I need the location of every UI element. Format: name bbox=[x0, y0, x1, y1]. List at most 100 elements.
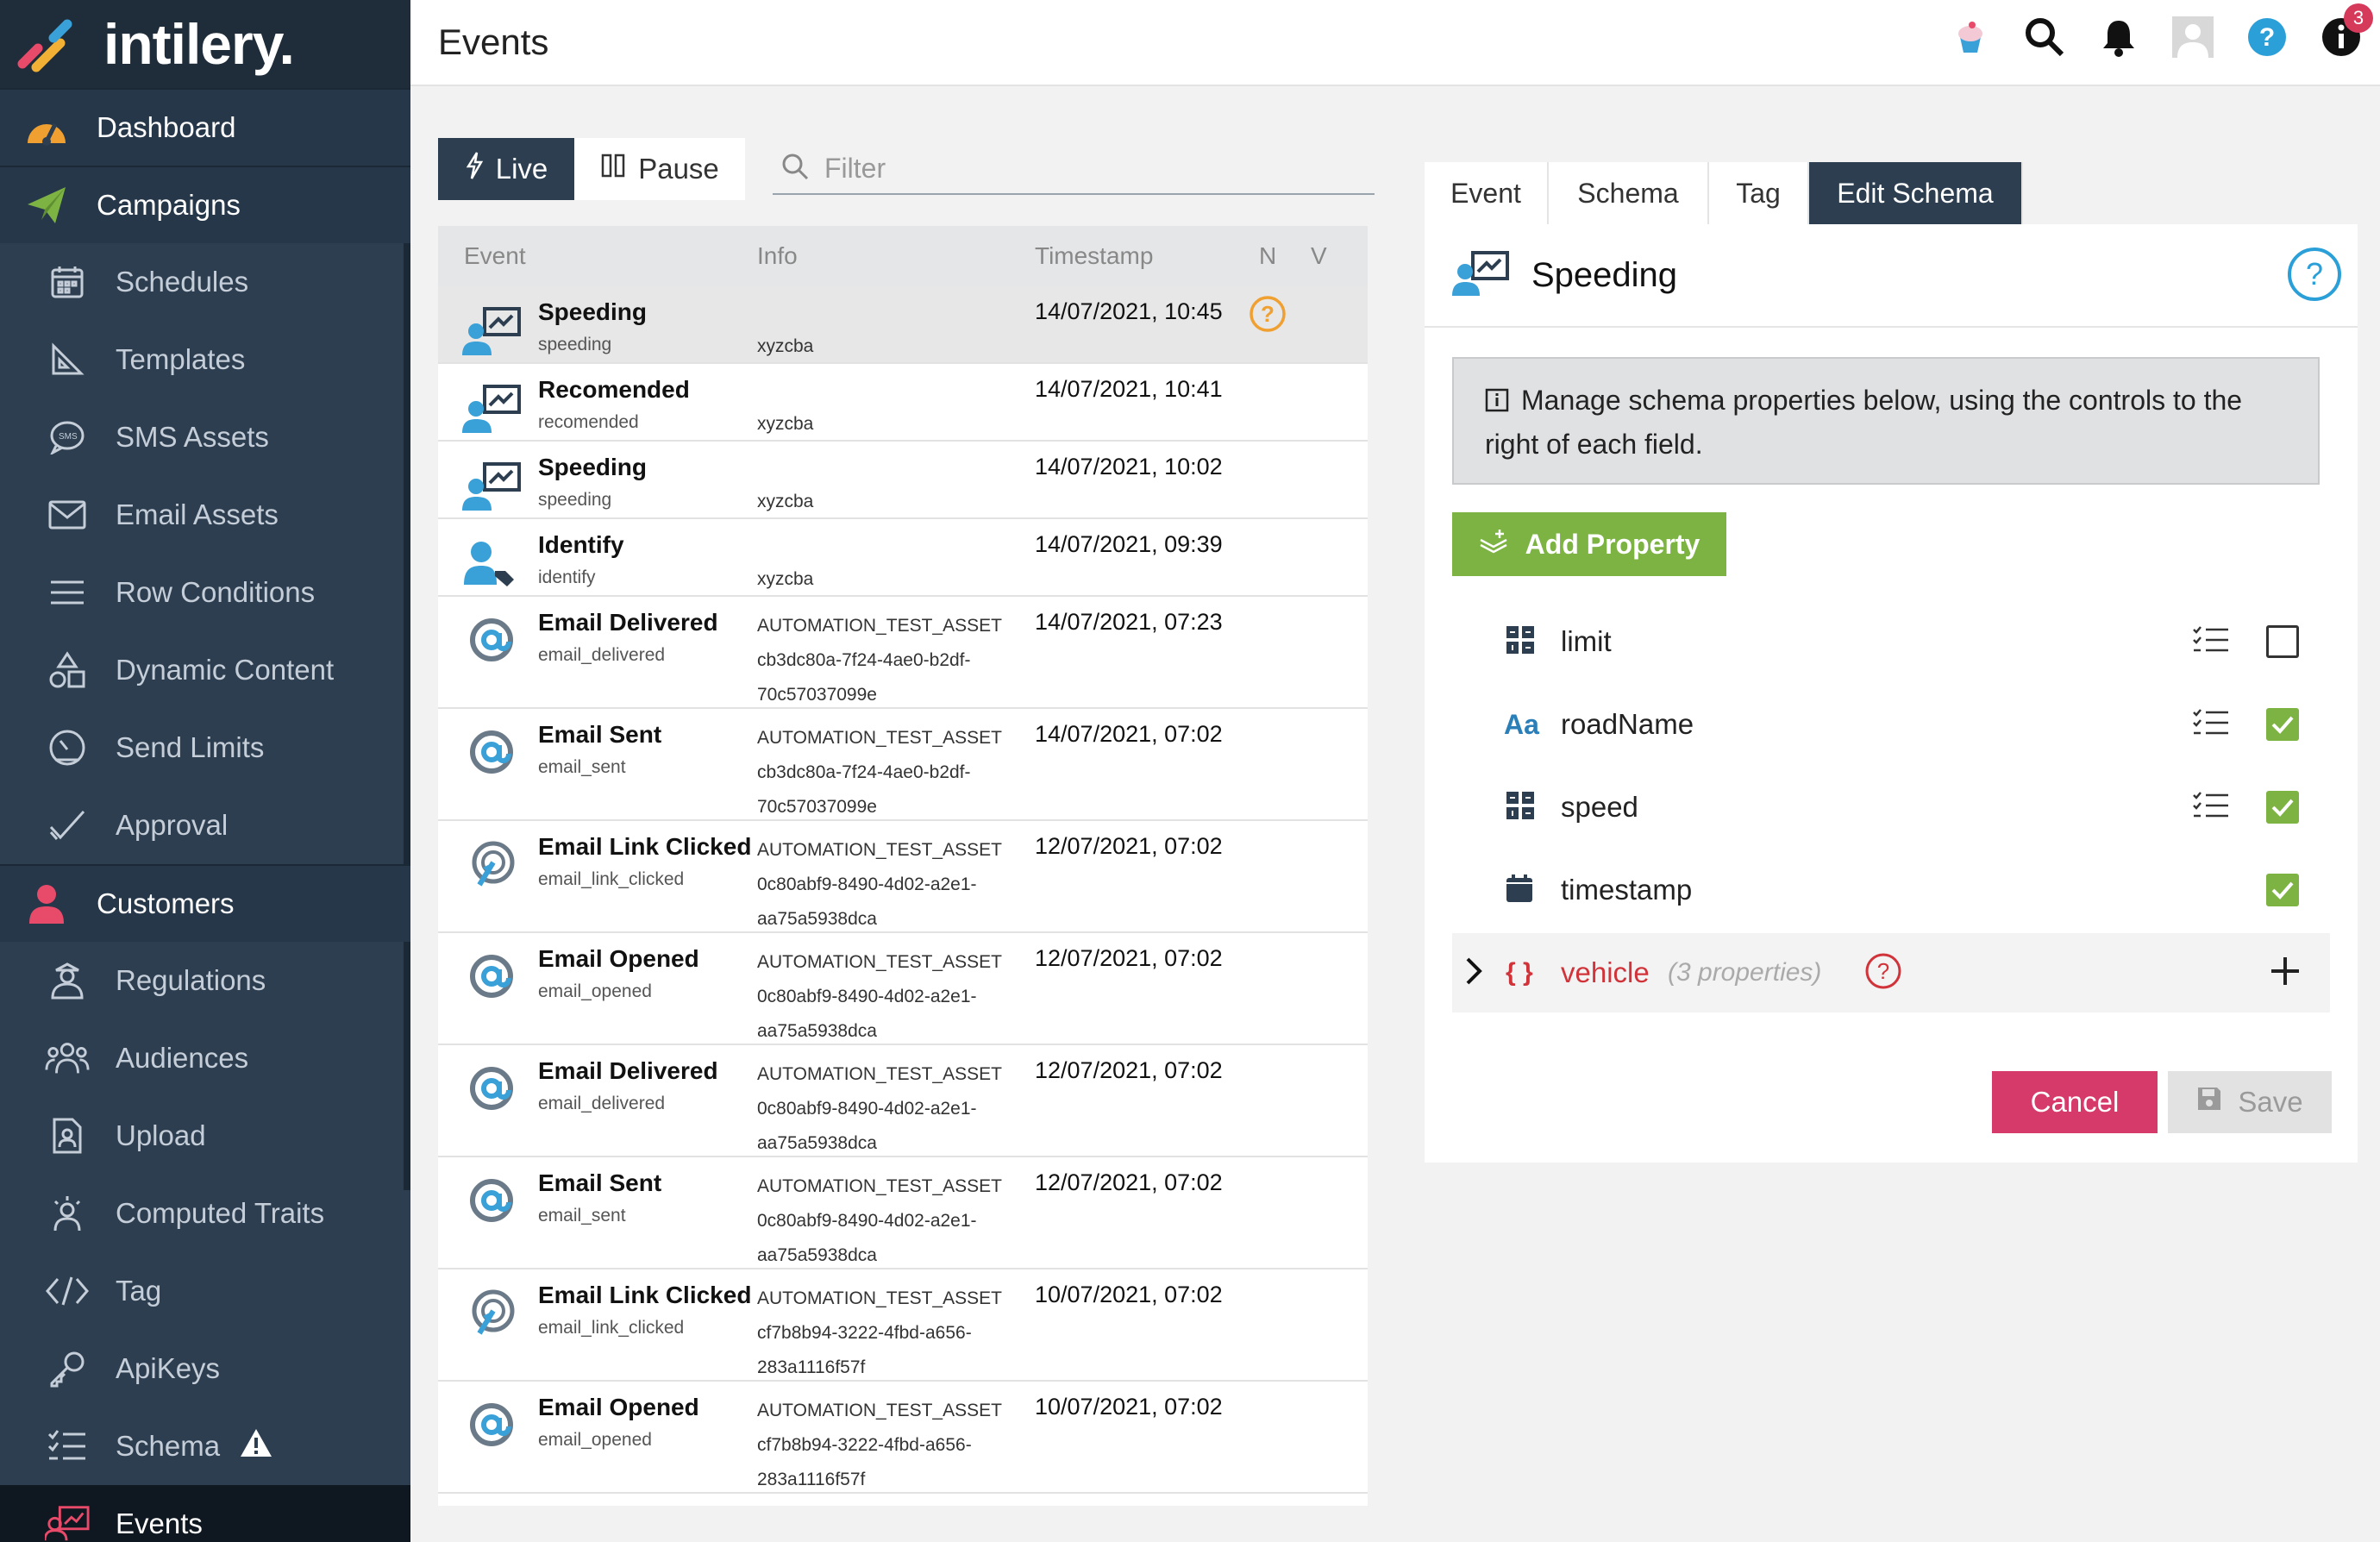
nav-upload[interactable]: Upload bbox=[0, 1097, 410, 1175]
col-n[interactable]: N bbox=[1259, 242, 1276, 270]
property-name: vehicle bbox=[1561, 956, 1650, 988]
nav-audiences[interactable]: Audiences bbox=[0, 1019, 410, 1097]
calendar-icon bbox=[1506, 874, 1533, 907]
info-id-line1: cb3dc80a-7f24-4ae0-b2df- bbox=[757, 650, 971, 670]
required-checkbox-checked[interactable] bbox=[2266, 791, 2299, 824]
tab-edit-schema[interactable]: Edit Schema bbox=[1809, 162, 2023, 224]
nav-upload-label: Upload bbox=[116, 1119, 206, 1151]
nav-approval[interactable]: Approval bbox=[0, 787, 410, 864]
nav-apikeys[interactable]: ApiKeys bbox=[0, 1330, 410, 1407]
computed-person-icon bbox=[45, 1191, 90, 1236]
col-event[interactable]: Event bbox=[464, 242, 526, 270]
event-controls: Live Pause bbox=[438, 138, 1375, 200]
table-row[interactable]: Email Delivered email_delivered AUTOMATION… bbox=[438, 1045, 1368, 1157]
logo-bar: intilery. bbox=[0, 0, 410, 88]
cancel-button[interactable]: Cancel bbox=[1992, 1071, 2158, 1133]
question-circle-icon[interactable]: ? bbox=[1249, 295, 1287, 337]
table-row[interactable]: Email Opened email_opened AUTOMATION_TEST_… bbox=[438, 933, 1368, 1045]
col-info[interactable]: Info bbox=[757, 242, 798, 270]
table-row[interactable]: Email Opened email_opened AUTOMATION_TEST_… bbox=[438, 1382, 1368, 1494]
nav-schema[interactable]: Schema bbox=[0, 1407, 410, 1485]
event-timestamp: 12/07/2021, 07:02 bbox=[1035, 1057, 1223, 1083]
bell-icon[interactable] bbox=[2097, 16, 2140, 59]
nav-campaigns[interactable]: Campaigns bbox=[0, 166, 410, 243]
pause-button[interactable]: Pause bbox=[574, 138, 745, 200]
table-row[interactable]: Email Link Clicked email_link_clicked AUTO… bbox=[438, 821, 1368, 933]
nav-dynamic-content-label: Dynamic Content bbox=[116, 654, 335, 686]
required-checkbox[interactable] bbox=[2266, 625, 2299, 658]
nav-row-conditions[interactable]: Row Conditions bbox=[0, 554, 410, 631]
nav-dynamic-content[interactable]: Dynamic Content bbox=[0, 631, 410, 709]
set-square-icon bbox=[45, 337, 90, 382]
event-name: Email Sent bbox=[538, 1169, 662, 1196]
nav-send-limits[interactable]: Send Limits bbox=[0, 709, 410, 787]
tab-tag[interactable]: Tag bbox=[1709, 162, 1809, 224]
nav-email-assets[interactable]: Email Assets bbox=[0, 476, 410, 554]
list-options-icon[interactable] bbox=[2192, 708, 2230, 742]
floppy-disk-icon bbox=[2196, 1086, 2222, 1119]
chevron-right-icon[interactable] bbox=[1464, 956, 1483, 990]
at-icon bbox=[460, 614, 523, 666]
table-row[interactable]: Email Sent email_sent AUTOMATION_TEST_ASSE… bbox=[438, 1157, 1368, 1269]
property-row-vehicle[interactable]: { } vehicle (3 properties) ? bbox=[1452, 933, 2330, 1012]
nav-customers[interactable]: Customers bbox=[0, 864, 410, 942]
table-row[interactable]: Identify identify xyzcba 14/07/2021, 09:39 bbox=[438, 519, 1368, 597]
required-checkbox-checked[interactable] bbox=[2266, 708, 2299, 741]
tab-schema[interactable]: Schema bbox=[1549, 162, 1709, 224]
info-icon[interactable]: 3 bbox=[2320, 3, 2373, 59]
nav-sms-assets[interactable]: SMS SMS Assets bbox=[0, 398, 410, 476]
table-row[interactable]: Email Link Clicked email_link_clicked AUTO… bbox=[438, 1269, 1368, 1382]
add-property-button[interactable]: Add Property bbox=[1452, 512, 1726, 576]
add-property-label: Add Property bbox=[1525, 528, 1700, 560]
col-v[interactable]: V bbox=[1311, 242, 1327, 270]
col-timestamp[interactable]: Timestamp bbox=[1035, 242, 1153, 270]
nav-schedules[interactable]: Schedules bbox=[0, 243, 410, 321]
required-checkbox-checked[interactable] bbox=[2266, 874, 2299, 906]
at-icon bbox=[460, 950, 523, 1002]
brand-name[interactable]: intilery. bbox=[103, 11, 295, 77]
checklist-icon bbox=[45, 1424, 90, 1469]
table-row[interactable]: Email Sent email_sent AUTOMATION_TEST_ASSE… bbox=[438, 709, 1368, 821]
tab-event[interactable]: Event bbox=[1425, 162, 1549, 224]
pause-label: Pause bbox=[638, 153, 719, 185]
top-header: Events ? 3 bbox=[410, 0, 2380, 86]
info-square-icon bbox=[1485, 382, 1509, 423]
nav-regulations[interactable]: Regulations bbox=[0, 942, 410, 1019]
event-id: identify bbox=[538, 567, 596, 587]
plus-icon[interactable] bbox=[2270, 956, 2301, 991]
property-name: speed bbox=[1561, 791, 1638, 823]
list-options-icon[interactable] bbox=[2192, 791, 2230, 824]
help-circle-icon[interactable]: ? bbox=[2287, 247, 2342, 306]
live-button[interactable]: Live bbox=[438, 138, 574, 200]
nav-templates[interactable]: Templates bbox=[0, 321, 410, 398]
table-row[interactable]: Speeding speeding xyzcba 14/07/2021, 10:45? bbox=[438, 286, 1368, 364]
event-timestamp: 10/07/2021, 07:02 bbox=[1035, 1394, 1223, 1420]
info-asset: AUTOMATION_TEST_ASSET bbox=[757, 840, 1002, 860]
filter-input[interactable] bbox=[824, 152, 1342, 185]
event-info: xyzcba bbox=[757, 492, 814, 511]
event-info: AUTOMATION_TEST_ASSET cf7b8b94-3222-4fbd-… bbox=[757, 1282, 1007, 1385]
nav-tag[interactable]: Tag bbox=[0, 1252, 410, 1330]
nav-events[interactable]: Events bbox=[0, 1485, 410, 1542]
table-row[interactable]: Speeding speeding xyzcba 14/07/2021, 10:02 bbox=[438, 442, 1368, 519]
list-options-icon[interactable] bbox=[2192, 625, 2230, 659]
search-icon[interactable] bbox=[2023, 16, 2066, 59]
help-icon[interactable]: ? bbox=[2245, 16, 2289, 59]
avatar[interactable] bbox=[2171, 16, 2214, 59]
nav-email-assets-label: Email Assets bbox=[116, 498, 279, 530]
group-icon bbox=[45, 1036, 90, 1081]
error-help-icon[interactable]: ? bbox=[1864, 952, 1902, 994]
event-name: Email Sent bbox=[538, 721, 662, 748]
cupcake-icon[interactable] bbox=[1949, 16, 1992, 59]
table-row[interactable]: Recomended recomended xyzcba 14/07/2021, 10… bbox=[438, 364, 1368, 442]
text-aa-icon: Aa bbox=[1504, 708, 1539, 740]
event-name: Email Delivered bbox=[538, 1057, 718, 1084]
lines-icon bbox=[45, 570, 90, 615]
nav-row-conditions-label: Row Conditions bbox=[116, 576, 316, 608]
svg-text:?: ? bbox=[1261, 301, 1275, 327]
table-row[interactable]: Email Delivered email_delivered AUTOMATION… bbox=[438, 597, 1368, 709]
envelope-icon bbox=[45, 492, 90, 537]
save-button[interactable]: Save bbox=[2168, 1071, 2332, 1133]
nav-dashboard[interactable]: Dashboard bbox=[0, 88, 410, 166]
nav-computed-traits[interactable]: Computed Traits bbox=[0, 1175, 410, 1252]
